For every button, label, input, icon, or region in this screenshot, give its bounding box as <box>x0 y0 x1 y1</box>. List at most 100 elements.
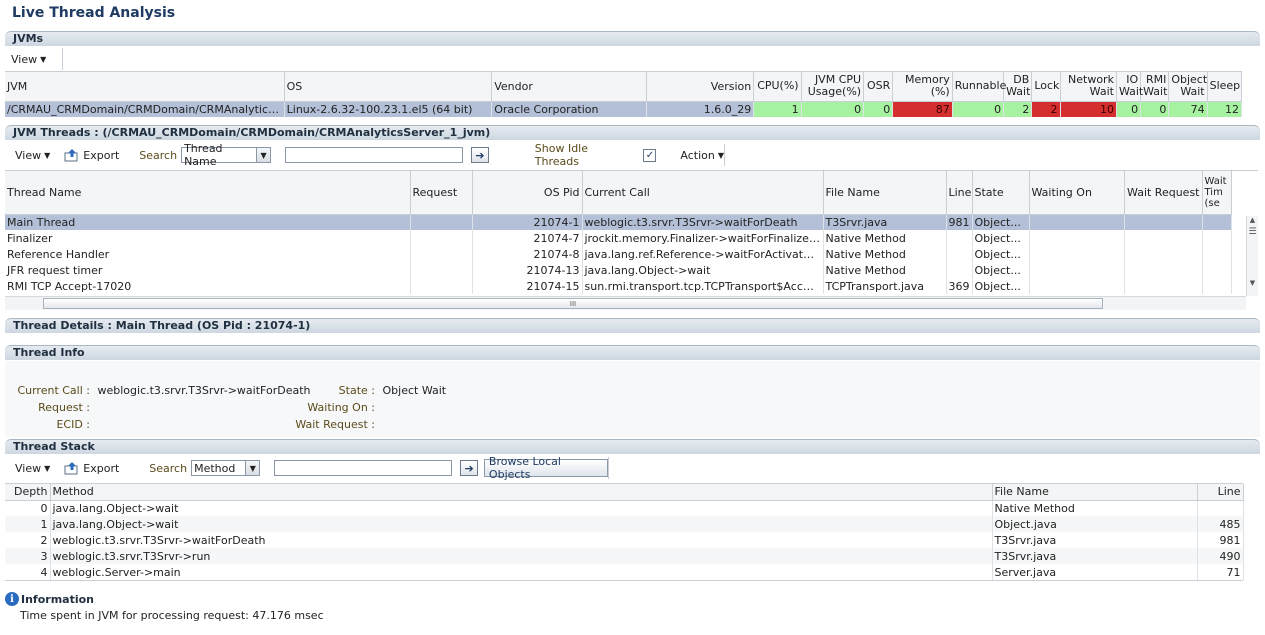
thread-row[interactable]: RMI TCP Accept-17020 21074-15 sun.rmi.tran… <box>5 278 1232 294</box>
stack-col-header[interactable]: Depth <box>5 484 51 501</box>
thread-cell-waittime <box>1202 230 1232 246</box>
information-text: Time spent in JVM for processing request… <box>20 609 324 622</box>
thread-col-header[interactable]: State <box>972 171 1030 215</box>
select-value: Method <box>194 461 236 475</box>
chevron-down-icon: ▼ <box>256 148 270 162</box>
jvm-cell-vendor: Oracle Corporation <box>491 101 648 117</box>
thread-col-header[interactable]: Request <box>410 171 473 215</box>
thread-cell-waitreq <box>1124 262 1203 278</box>
jvm-cell-cpu: 1 <box>753 101 802 117</box>
jvms-view-menu[interactable]: View ▼ <box>11 53 46 66</box>
jvm-col-header[interactable]: JVM CPU Usage(%) <box>801 72 865 102</box>
show-idle-threads-checkbox[interactable]: ✓ <box>643 148 657 162</box>
stack-search-go-button[interactable]: ➔ <box>460 460 478 476</box>
stack-col-header[interactable]: File Name <box>992 484 1198 501</box>
threads-export-button[interactable]: Export <box>64 148 119 162</box>
jvm-col-header[interactable]: RMI Wait <box>1140 72 1170 102</box>
thread-col-header[interactable]: Waiting On <box>1029 171 1125 215</box>
scroll-down-icon: ▼ <box>1249 279 1256 287</box>
jvm-col-header[interactable]: Runnable <box>952 72 1006 102</box>
jvm-col-header[interactable]: OS <box>284 72 493 102</box>
chevron-down-icon: ▼ <box>717 150 724 160</box>
threads-search-input[interactable] <box>284 147 463 163</box>
arrow-right-icon: ➔ <box>464 461 474 475</box>
jvm-col-header[interactable]: Memory (%) <box>892 72 953 102</box>
current-call-value: weblogic.t3.srvr.T3Srvr->waitForDeath <box>97 384 311 397</box>
stack-cell-method: weblogic.t3.srvr.T3Srvr->waitForDeath <box>50 532 993 548</box>
jvm-col-header[interactable]: IO Wait <box>1116 72 1143 102</box>
threads-toolbar: View ▼ Export Search Thread Name ▼ ➔ Show … <box>5 142 725 168</box>
jvm-col-header[interactable]: Lock <box>1031 72 1061 102</box>
threads-search-go-button[interactable]: ➔ <box>470 147 489 163</box>
stack-row[interactable]: 3 weblogic.t3.srvr.T3Srvr->run T3Srvr.java… <box>5 548 1244 564</box>
thread-cell-waiting <box>1029 278 1125 294</box>
threads-horizontal-scrollbar[interactable]: III <box>5 296 1246 310</box>
thread-row[interactable]: Reference Handler 21074-8 java.lang.ref.Re… <box>5 246 1232 262</box>
stack-col-header[interactable]: Line <box>1197 484 1244 501</box>
thread-row[interactable]: Main Thread 21074-1 weblogic.t3.srvr.T3Srv… <box>5 214 1232 230</box>
thread-col-header[interactable]: Thread Name <box>5 171 411 215</box>
thread-cell-file: Native Method <box>823 230 947 246</box>
stack-cell-file: Server.java <box>992 564 1198 580</box>
stack-row[interactable]: 4 weblogic.Server->main Server.java 71 <box>5 564 1244 580</box>
stack-col-header[interactable]: Method <box>50 484 993 501</box>
thread-cell-call: jrockit.memory.Finalizer->waitForFinaliz… <box>582 230 824 246</box>
thread-cell-file: Native Method <box>823 262 947 278</box>
view-label: View <box>15 148 42 162</box>
stack-row[interactable]: 1 java.lang.Object->wait Object.java 485 <box>5 516 1244 532</box>
thread-cell-file: Native Method <box>823 246 947 262</box>
thread-row[interactable]: JFR request timer 21074-13 java.lang.Objec… <box>5 262 1232 278</box>
thread-col-header[interactable]: Line <box>946 171 973 215</box>
thread-cell-line: 369 <box>946 278 973 294</box>
thread-cell-name: Main Thread <box>5 214 411 230</box>
select-value: Thread Name <box>184 142 223 168</box>
stack-cell-line <box>1197 500 1244 516</box>
jvm-row[interactable]: /CRMAU_CRMDomain/CRMDomain/CRMAnalyticsS… <box>5 101 1243 117</box>
jvm-col-header[interactable]: Version <box>646 72 755 102</box>
stack-row[interactable]: 2 weblogic.t3.srvr.T3Srvr->waitForDeath T3… <box>5 532 1244 548</box>
thread-cell-waitreq <box>1124 278 1203 294</box>
threads-action-menu[interactable]: Action ▼ <box>680 149 724 162</box>
jvm-col-header[interactable]: Network Wait <box>1060 72 1117 102</box>
stack-row[interactable]: 0 java.lang.Object->wait Native Method <box>5 500 1244 516</box>
stack-search-field-select[interactable]: Method ▼ <box>191 460 261 476</box>
action-label: Action <box>680 148 715 162</box>
threads-search-field-select[interactable]: Thread Name ▼ <box>181 142 271 168</box>
info-section-header: Thread Info <box>5 345 1260 360</box>
stack-cell-depth: 1 <box>5 516 51 532</box>
thread-cell-line <box>946 246 973 262</box>
browse-local-objects-button[interactable]: Browse Local Objects <box>483 455 608 481</box>
request-label: Request : <box>38 401 90 414</box>
stack-export-button[interactable]: Export <box>64 461 119 475</box>
jvm-col-header[interactable]: Sleep <box>1207 72 1243 102</box>
thread-cell-waitreq <box>1124 246 1203 262</box>
wait-request-label: Wait Request : <box>295 418 375 431</box>
export-label: Export <box>83 148 120 162</box>
threads-view-menu[interactable]: View ▼ <box>15 149 50 162</box>
threads-vertical-scrollbar[interactable]: ▲ ☰ ▼ <box>1246 216 1258 296</box>
thread-row[interactable]: Finalizer 21074-7 jrockit.memory.Finalizer… <box>5 230 1232 246</box>
stack-view-menu[interactable]: View ▼ <box>15 462 50 475</box>
jvm-col-header[interactable]: JVM <box>5 72 285 102</box>
thread-col-header[interactable]: OS Pid <box>472 171 583 215</box>
stack-search-input[interactable] <box>274 460 453 476</box>
jvm-col-header[interactable]: Object Wait <box>1168 72 1208 102</box>
chevron-down-icon: ▼ <box>44 150 51 160</box>
chevron-down-icon: ▼ <box>40 54 47 64</box>
jvm-col-header[interactable]: CPU(%) <box>753 72 802 102</box>
stack-cell-line: 71 <box>1197 564 1244 580</box>
jvm-col-header[interactable]: Vendor <box>491 72 648 102</box>
jvm-cell-memory: 87 <box>892 101 953 117</box>
stack-cell-line: 485 <box>1197 516 1244 532</box>
jvm-col-header[interactable]: OSR <box>863 72 894 102</box>
thread-col-header[interactable]: Wait Tim (se <box>1202 171 1232 215</box>
thread-col-header[interactable]: Wait Request <box>1124 171 1203 215</box>
stack-cell-method: java.lang.Object->wait <box>50 500 993 516</box>
thread-cell-request <box>410 262 473 278</box>
thread-col-header[interactable]: Current Call <box>582 171 824 215</box>
hscroll-thumb[interactable]: III <box>43 298 1103 309</box>
information-title: Information <box>21 592 94 606</box>
jvm-col-header[interactable]: DB Wait <box>1003 72 1033 102</box>
thread-col-header[interactable]: File Name <box>823 171 947 215</box>
thread-cell-file: TCPTransport.java <box>823 278 947 294</box>
